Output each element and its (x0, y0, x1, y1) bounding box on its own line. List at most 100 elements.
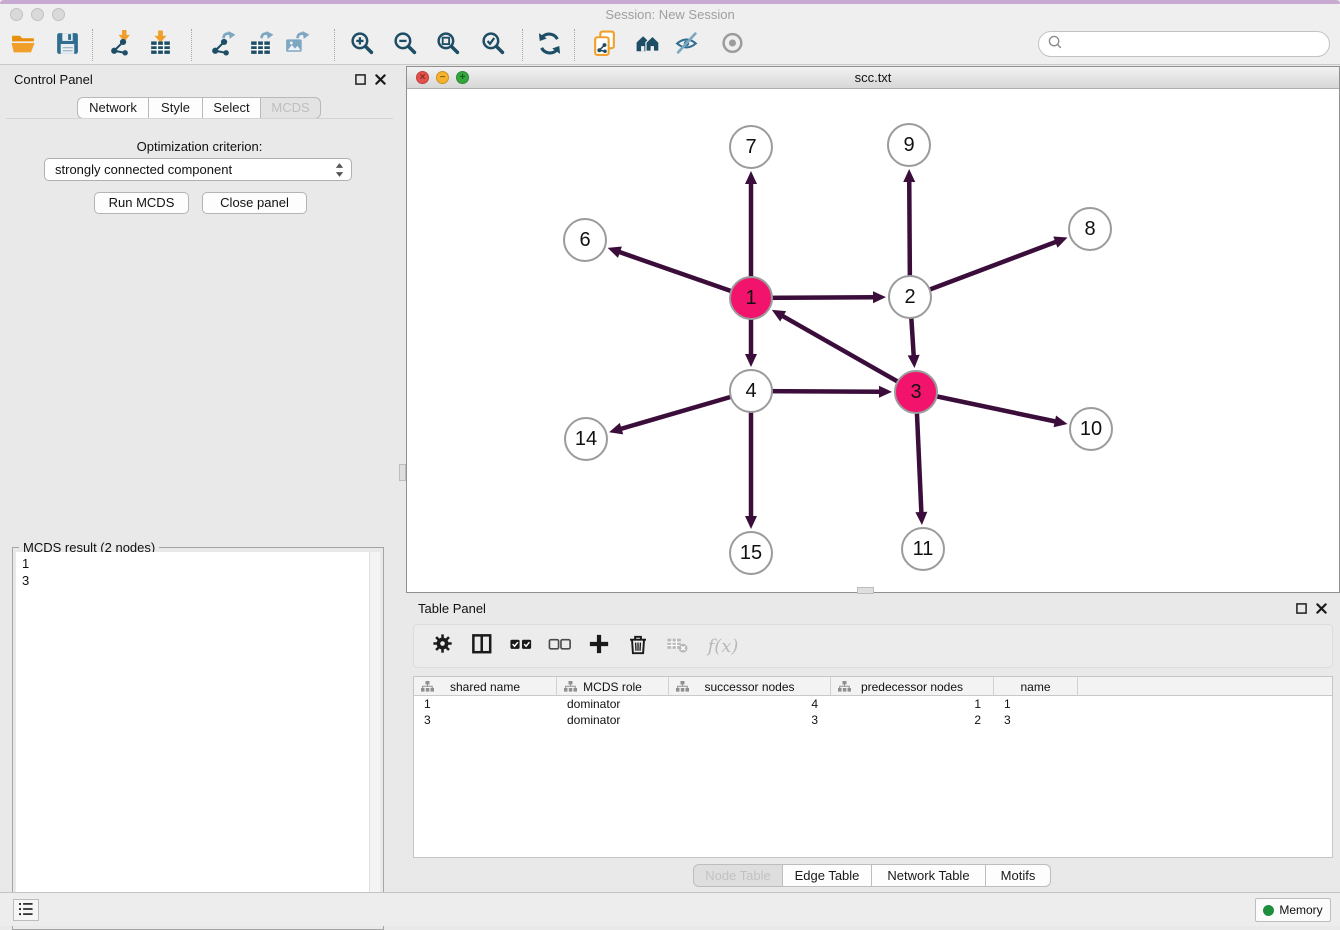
select-all-rows-button[interactable] (506, 631, 536, 661)
column-label: name (1020, 680, 1050, 694)
search-box[interactable] (1038, 31, 1330, 57)
node-2[interactable]: 2 (888, 275, 932, 319)
hide-selection-icon (674, 30, 701, 60)
show-all-icon (720, 30, 747, 60)
import-table-button[interactable] (141, 27, 179, 63)
table-cell[interactable]: 1 (994, 696, 1078, 712)
show-all-button[interactable] (714, 27, 752, 63)
tab-select[interactable]: Select (203, 97, 261, 119)
zoom-out-button[interactable] (386, 27, 424, 63)
column-header-successor-nodes[interactable]: successor nodes (669, 677, 831, 696)
search-input[interactable] (1068, 34, 1329, 54)
edge-2-8[interactable] (910, 236, 1068, 297)
splitter-handle-horizontal[interactable] (857, 587, 874, 594)
table-cell[interactable]: 2 (831, 712, 994, 728)
close-panel-button[interactable]: Close panel (202, 192, 307, 214)
tab-motifs[interactable]: Motifs (986, 864, 1051, 887)
node-4[interactable]: 4 (729, 369, 773, 413)
export-table-button[interactable] (241, 27, 279, 63)
add-column-button[interactable] (584, 631, 614, 661)
table-cell[interactable]: dominator (557, 696, 669, 712)
splitter-handle-vertical[interactable] (399, 464, 406, 481)
tab-mcds[interactable]: MCDS (261, 97, 321, 119)
node-table-header: shared name MCDS rolesuccessor nodesprede… (414, 677, 1332, 696)
table-settings-icon (431, 632, 456, 660)
node-7[interactable]: 7 (729, 125, 773, 169)
tab-node-table[interactable]: Node Table (693, 864, 783, 887)
table-cell[interactable]: 1 (831, 696, 994, 712)
float-table-panel-icon[interactable] (1294, 601, 1308, 615)
show-panels-menu-button[interactable] (13, 899, 39, 921)
mcds-panel: Optimization criterion: strongly connect… (6, 118, 393, 886)
network-canvas[interactable]: 7 9 6 8 1 2 4 3 14 10 15 11 (407, 89, 1339, 592)
select-all-rows-icon (509, 632, 534, 660)
zoom-in-button[interactable] (343, 27, 381, 63)
table-cell[interactable]: 3 (994, 712, 1078, 728)
import-network-button[interactable] (102, 27, 140, 63)
toggle-columns-button[interactable] (467, 631, 497, 661)
node-15[interactable]: 15 (729, 531, 773, 575)
zoom-fit-button[interactable] (429, 27, 467, 63)
node-9[interactable]: 9 (887, 123, 931, 167)
tab-network[interactable]: Network (77, 97, 149, 119)
export-network-icon (209, 30, 236, 60)
memory-status-icon (1263, 905, 1274, 916)
refresh-layout-button[interactable] (530, 27, 568, 63)
mcds-result-line: 3 (22, 572, 380, 589)
node-6[interactable]: 6 (563, 218, 607, 262)
node-8[interactable]: 8 (1068, 207, 1112, 251)
mcds-result-text[interactable]: 13 (16, 552, 380, 926)
open-file-button[interactable] (4, 27, 42, 63)
node-table: shared name MCDS rolesuccessor nodesprede… (413, 676, 1333, 858)
float-panel-icon[interactable] (353, 72, 367, 86)
delete-row-button[interactable] (623, 631, 653, 661)
memory-button[interactable]: Memory (1255, 898, 1331, 922)
table-cell[interactable]: dominator (557, 712, 669, 728)
network-window-titlebar[interactable]: ×−+ scc.txt (407, 67, 1339, 89)
edge-3-1[interactable] (772, 310, 916, 392)
deselect-all-rows-button[interactable] (545, 631, 575, 661)
first-neighbors-button[interactable] (628, 27, 666, 63)
tab-edge-table[interactable]: Edge Table (783, 864, 872, 887)
table-settings-button[interactable] (428, 631, 458, 661)
node-11[interactable]: 11 (901, 527, 945, 571)
delete-column-button (662, 631, 692, 661)
save-session-button[interactable] (48, 27, 86, 63)
column-header-predecessor-nodes[interactable]: predecessor nodes (831, 677, 994, 696)
tab-network-table[interactable]: Network Table (872, 864, 986, 887)
column-header-mcds-role[interactable]: MCDS role (557, 677, 669, 696)
node-10[interactable]: 10 (1069, 407, 1113, 451)
edge-3-10[interactable] (916, 392, 1068, 427)
node-14[interactable]: 14 (564, 417, 608, 461)
table-row[interactable]: 1dominator411 (414, 696, 1332, 712)
export-image-button[interactable] (277, 27, 315, 63)
optimization-criterion-label: Optimization criterion: (6, 139, 393, 154)
table-cell[interactable]: 3 (414, 712, 557, 728)
hide-selection-button[interactable] (668, 27, 706, 63)
clone-network-button[interactable] (585, 27, 623, 63)
export-network-button[interactable] (203, 27, 241, 63)
delete-column-icon (665, 632, 690, 660)
close-panel-icon[interactable] (373, 72, 387, 86)
mcds-result-scrollbar[interactable] (369, 552, 380, 926)
criterion-select[interactable]: strongly connected component (44, 158, 352, 181)
zoom-selected-button[interactable] (474, 27, 512, 63)
column-header-shared-name[interactable]: shared name (414, 677, 557, 696)
node-1[interactable]: 1 (729, 276, 773, 320)
run-mcds-button[interactable]: Run MCDS (94, 192, 189, 214)
node-table-body: 1dominator4113dominator323 (414, 696, 1332, 728)
column-header-name[interactable]: name (994, 677, 1078, 696)
table-cell[interactable]: 4 (669, 696, 831, 712)
first-neighbors-icon (634, 30, 661, 60)
table-cell[interactable]: 1 (414, 696, 557, 712)
network-window-title: scc.txt (407, 67, 1339, 89)
node-3[interactable]: 3 (894, 370, 938, 414)
table-row[interactable]: 3dominator323 (414, 712, 1332, 728)
table-panel-title: Table Panel (418, 601, 486, 616)
tab-style[interactable]: Style (149, 97, 203, 119)
toolbar-separator (191, 29, 192, 61)
function-builder-icon: f(x) (708, 636, 739, 657)
close-table-panel-icon[interactable] (1314, 601, 1328, 615)
column-label: shared name (450, 680, 520, 694)
table-cell[interactable]: 3 (669, 712, 831, 728)
